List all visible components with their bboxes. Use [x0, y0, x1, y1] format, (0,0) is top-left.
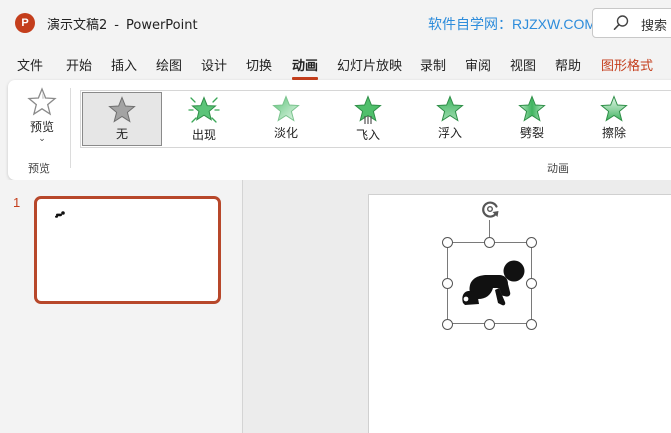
- star-float-green-icon: [436, 95, 464, 122]
- preview-group-label: 预览: [28, 162, 50, 175]
- animation-fly-in[interactable]: 飞入: [328, 92, 408, 146]
- animation-none[interactable]: 无: [82, 92, 162, 146]
- tab-view[interactable]: 视图: [510, 55, 536, 74]
- resize-handle-left[interactable]: [442, 278, 453, 289]
- star-gray-icon: [108, 96, 136, 123]
- group-divider: [70, 88, 71, 168]
- search-icon: [613, 15, 629, 30]
- animation-wipe[interactable]: 擦除: [574, 92, 654, 146]
- star-wipe-green-icon: [600, 95, 628, 122]
- tab-draw[interactable]: 绘图: [156, 55, 182, 74]
- document-title: 演示文稿2- PowerPoint: [47, 14, 198, 33]
- watermark-text: 软件自学网：RJZXW.COM: [428, 16, 596, 32]
- animations-group-label: 动画: [547, 162, 569, 175]
- animation-label: 浮入: [437, 126, 462, 140]
- app-name: PowerPoint: [125, 18, 198, 33]
- tab-file[interactable]: 文件: [17, 55, 43, 74]
- resize-handle-top[interactable]: [484, 237, 495, 248]
- animation-label: 出现: [191, 128, 216, 142]
- star-burst-green-icon: [188, 96, 220, 123]
- tab-review[interactable]: 审阅: [465, 55, 491, 74]
- tab-record[interactable]: 录制: [420, 55, 446, 74]
- rotation-stem: [489, 220, 490, 237]
- baby-icon-mini: [55, 211, 65, 218]
- animation-gallery: 无 出现 淡化 飞入 浮入 劈裂 擦除: [80, 90, 671, 148]
- animation-float-in[interactable]: 浮入: [410, 92, 490, 146]
- document-name: 演示文稿2: [47, 18, 108, 33]
- slide-thumbnail[interactable]: [34, 196, 221, 304]
- title-separator: -: [114, 18, 119, 33]
- rotate-handle-icon[interactable]: [479, 198, 501, 220]
- tab-shape-format[interactable]: 图形格式: [601, 55, 653, 74]
- tab-home[interactable]: 开始: [66, 55, 92, 74]
- animation-label: 淡化: [273, 126, 298, 140]
- resize-handle-bottom-right[interactable]: [526, 319, 537, 330]
- crawling-baby-icon[interactable]: [455, 258, 525, 310]
- search-box[interactable]: 搜索: [592, 8, 671, 38]
- animation-split[interactable]: 劈裂: [492, 92, 572, 146]
- tab-animations[interactable]: 动画: [292, 55, 319, 80]
- preview-star-icon: [27, 87, 57, 116]
- slide-number: 1: [13, 195, 21, 210]
- animation-label: 无: [115, 127, 128, 141]
- resize-handle-right[interactable]: [526, 278, 537, 289]
- tab-transitions[interactable]: 切换: [246, 55, 272, 74]
- chevron-down-icon[interactable]: ⌄: [22, 134, 62, 144]
- animation-label: 飞入: [355, 128, 380, 142]
- animation-label: 劈裂: [519, 126, 544, 140]
- powerpoint-logo-icon: P: [15, 13, 35, 33]
- resize-handle-top-right[interactable]: [526, 237, 537, 248]
- animation-appear[interactable]: 出现: [164, 92, 244, 146]
- star-fade-green-icon: [272, 95, 300, 122]
- ribbon-panel: 预览 ⌄ 预览 无 出现 淡化 飞入 浮入 劈裂 擦除 动画: [8, 80, 671, 180]
- tab-insert[interactable]: 插入: [111, 55, 137, 74]
- star-split-green-icon: [518, 95, 546, 122]
- ribbon-tabs: 文件 开始 插入 绘图 设计 切换 动画 幻灯片放映 录制 审阅 视图 帮助 图…: [0, 46, 671, 80]
- search-label: 搜索: [641, 19, 668, 34]
- tab-slideshow[interactable]: 幻灯片放映: [337, 55, 402, 74]
- tab-help[interactable]: 帮助: [555, 55, 581, 74]
- animation-fade[interactable]: 淡化: [246, 92, 326, 146]
- animation-label: 擦除: [601, 126, 626, 140]
- preview-label: 预览: [29, 120, 54, 134]
- resize-handle-top-left[interactable]: [442, 237, 453, 248]
- tab-design[interactable]: 设计: [201, 55, 227, 74]
- star-flyin-green-icon: [354, 95, 382, 124]
- preview-button[interactable]: 预览 ⌄: [22, 86, 62, 150]
- title-bar: P 演示文稿2- PowerPoint 软件自学网：RJZXW.COM 搜索: [0, 0, 671, 46]
- resize-handle-bottom[interactable]: [484, 319, 495, 330]
- resize-handle-bottom-left[interactable]: [442, 319, 453, 330]
